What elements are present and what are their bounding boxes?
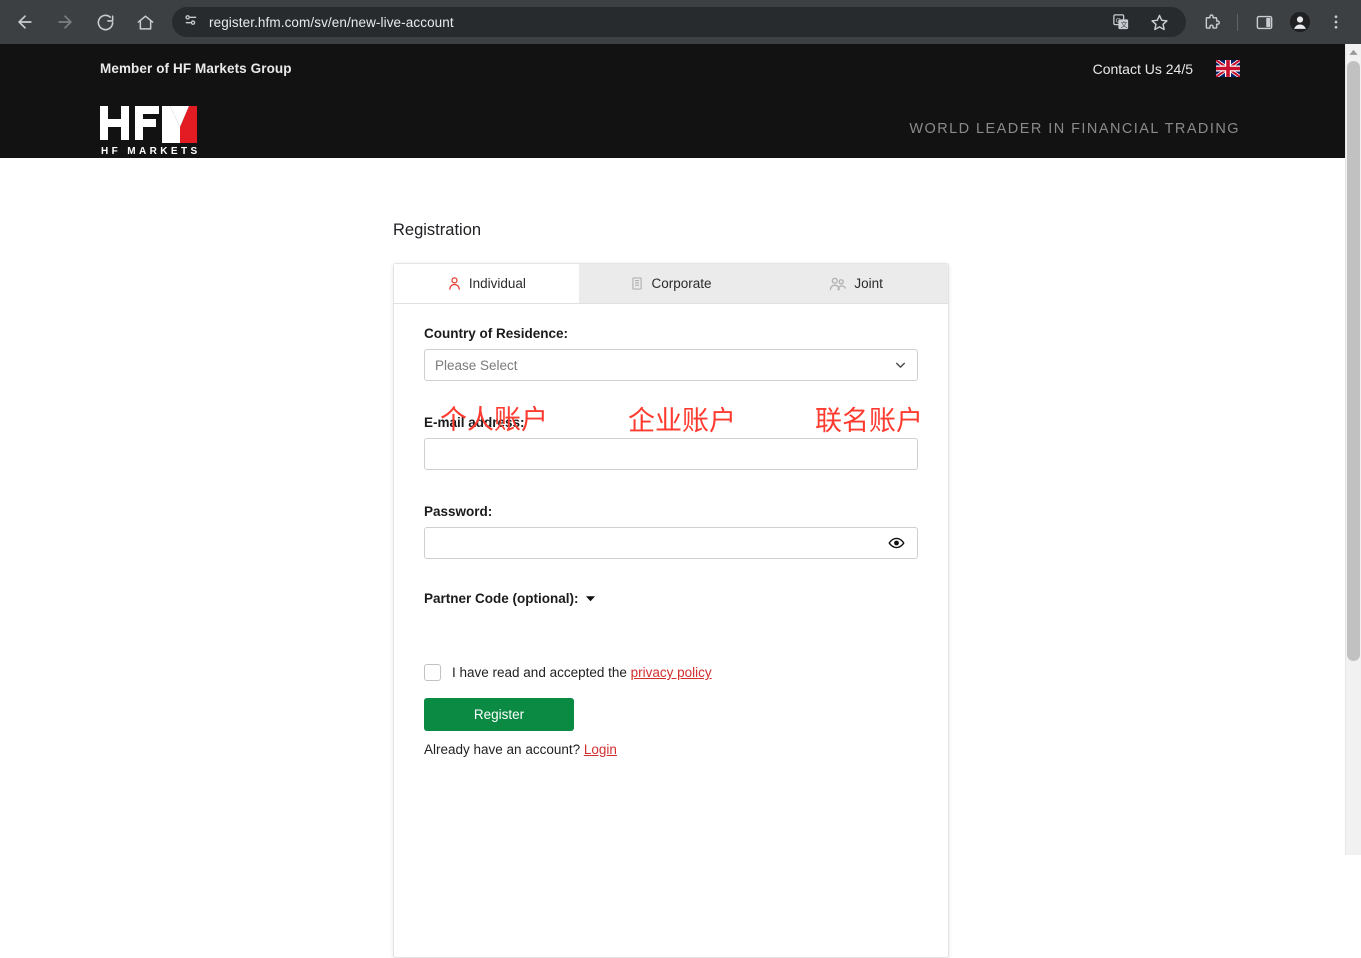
privacy-consent-checkbox[interactable] [424, 664, 441, 681]
privacy-consent-row: I have read and accepted the privacy pol… [424, 664, 918, 681]
eye-icon[interactable] [888, 535, 905, 552]
browser-toolbar: register.hfm.com/sv/en/new-live-account … [0, 0, 1361, 44]
tab-corporate-label: Corporate [651, 276, 711, 291]
profile-button[interactable] [1283, 5, 1317, 39]
contact-us-link[interactable]: Contact Us 24/5 [1093, 61, 1193, 77]
home-icon [136, 13, 155, 32]
registration-card: Individual Corporate [393, 263, 949, 958]
site-header: Member of HF Markets Group Contact Us 24… [0, 44, 1345, 158]
svg-text:文: 文 [1121, 20, 1128, 29]
tab-joint[interactable]: Joint [763, 264, 948, 303]
scroll-up-arrow-icon[interactable] [1346, 44, 1361, 60]
account-type-tabs: Individual Corporate [394, 264, 948, 304]
country-select[interactable]: Please Select [424, 349, 918, 381]
toolbar-divider [1237, 14, 1238, 31]
password-label: Password: [424, 504, 918, 519]
scrollbar-thumb[interactable] [1347, 61, 1360, 661]
profile-avatar-icon [1289, 11, 1311, 33]
building-icon [630, 275, 644, 292]
tab-individual-label: Individual [469, 276, 526, 291]
page-title: Registration [393, 221, 481, 240]
country-selected-value: Please Select [435, 358, 518, 373]
translate-button[interactable]: G 文 [1104, 5, 1138, 39]
site-settings-button[interactable] [178, 9, 204, 35]
tab-joint-label: Joint [854, 276, 883, 291]
field-spacer-1 [424, 381, 918, 415]
login-link[interactable]: Login [584, 742, 617, 757]
browser-toolbar-right [1194, 5, 1361, 39]
browser-nav-group [0, 5, 162, 39]
partner-code-toggle[interactable]: Partner Code (optional): [424, 591, 918, 606]
login-prompt-row: Already have an account? Login [424, 742, 918, 757]
page-scrollbar[interactable] [1345, 44, 1361, 855]
privacy-consent-text: I have read and accepted the privacy pol… [452, 665, 712, 680]
header-tagline: WORLD LEADER IN FINANCIAL TRADING [909, 121, 1240, 137]
hfm-logo-mark [100, 103, 197, 143]
tab-individual[interactable]: Individual [394, 264, 579, 303]
star-bookmark-icon [1150, 13, 1169, 32]
registration-form: Country of Residence: Please Select E-ma… [394, 304, 948, 757]
extensions-button[interactable] [1194, 5, 1228, 39]
privacy-policy-link[interactable]: privacy policy [631, 665, 712, 680]
side-panel-button[interactable] [1247, 5, 1281, 39]
site-settings-icon [183, 12, 199, 33]
tab-corporate[interactable]: Corporate [579, 264, 764, 303]
field-spacer-2 [424, 470, 918, 504]
reload-icon [96, 13, 115, 32]
url-text: register.hfm.com/sv/en/new-live-account [204, 15, 454, 30]
member-of-group-text: Member of HF Markets Group [100, 61, 292, 76]
email-field[interactable] [424, 438, 918, 470]
translate-icon: G 文 [1112, 13, 1130, 31]
two-people-icon [828, 275, 847, 292]
back-button[interactable] [8, 5, 42, 39]
browser-menu-button[interactable] [1319, 5, 1353, 39]
partner-code-label: Partner Code (optional): [424, 591, 579, 606]
person-icon [447, 275, 462, 292]
address-bar[interactable]: register.hfm.com/sv/en/new-live-account … [172, 7, 1186, 37]
password-field[interactable] [424, 527, 918, 559]
page-content: Registration Individual [0, 158, 1345, 855]
country-label: Country of Residence: [424, 326, 918, 341]
uk-flag-icon[interactable] [1216, 60, 1240, 77]
home-button[interactable] [128, 5, 162, 39]
bookmark-button[interactable] [1142, 5, 1176, 39]
caret-down-icon [585, 593, 596, 604]
forward-button[interactable] [48, 5, 82, 39]
forward-arrow-icon [55, 12, 75, 32]
extensions-puzzle-icon [1202, 13, 1221, 32]
field-spacer-3 [424, 559, 918, 591]
chevron-down-icon [894, 359, 907, 372]
side-panel-icon [1255, 13, 1274, 32]
reload-button[interactable] [88, 5, 122, 39]
three-dot-menu-icon [1327, 13, 1345, 31]
hfm-logo[interactable]: HF MARKETS [100, 103, 201, 157]
email-label: E-mail address: [424, 415, 918, 430]
consent-label: I have read and accepted the [452, 665, 627, 680]
back-arrow-icon [15, 12, 35, 32]
omnibox-actions: G 文 [1104, 5, 1176, 39]
hfm-logo-subtext: HF MARKETS [100, 146, 201, 157]
register-button[interactable]: Register [424, 698, 574, 731]
login-prompt-text: Already have an account? [424, 742, 580, 757]
